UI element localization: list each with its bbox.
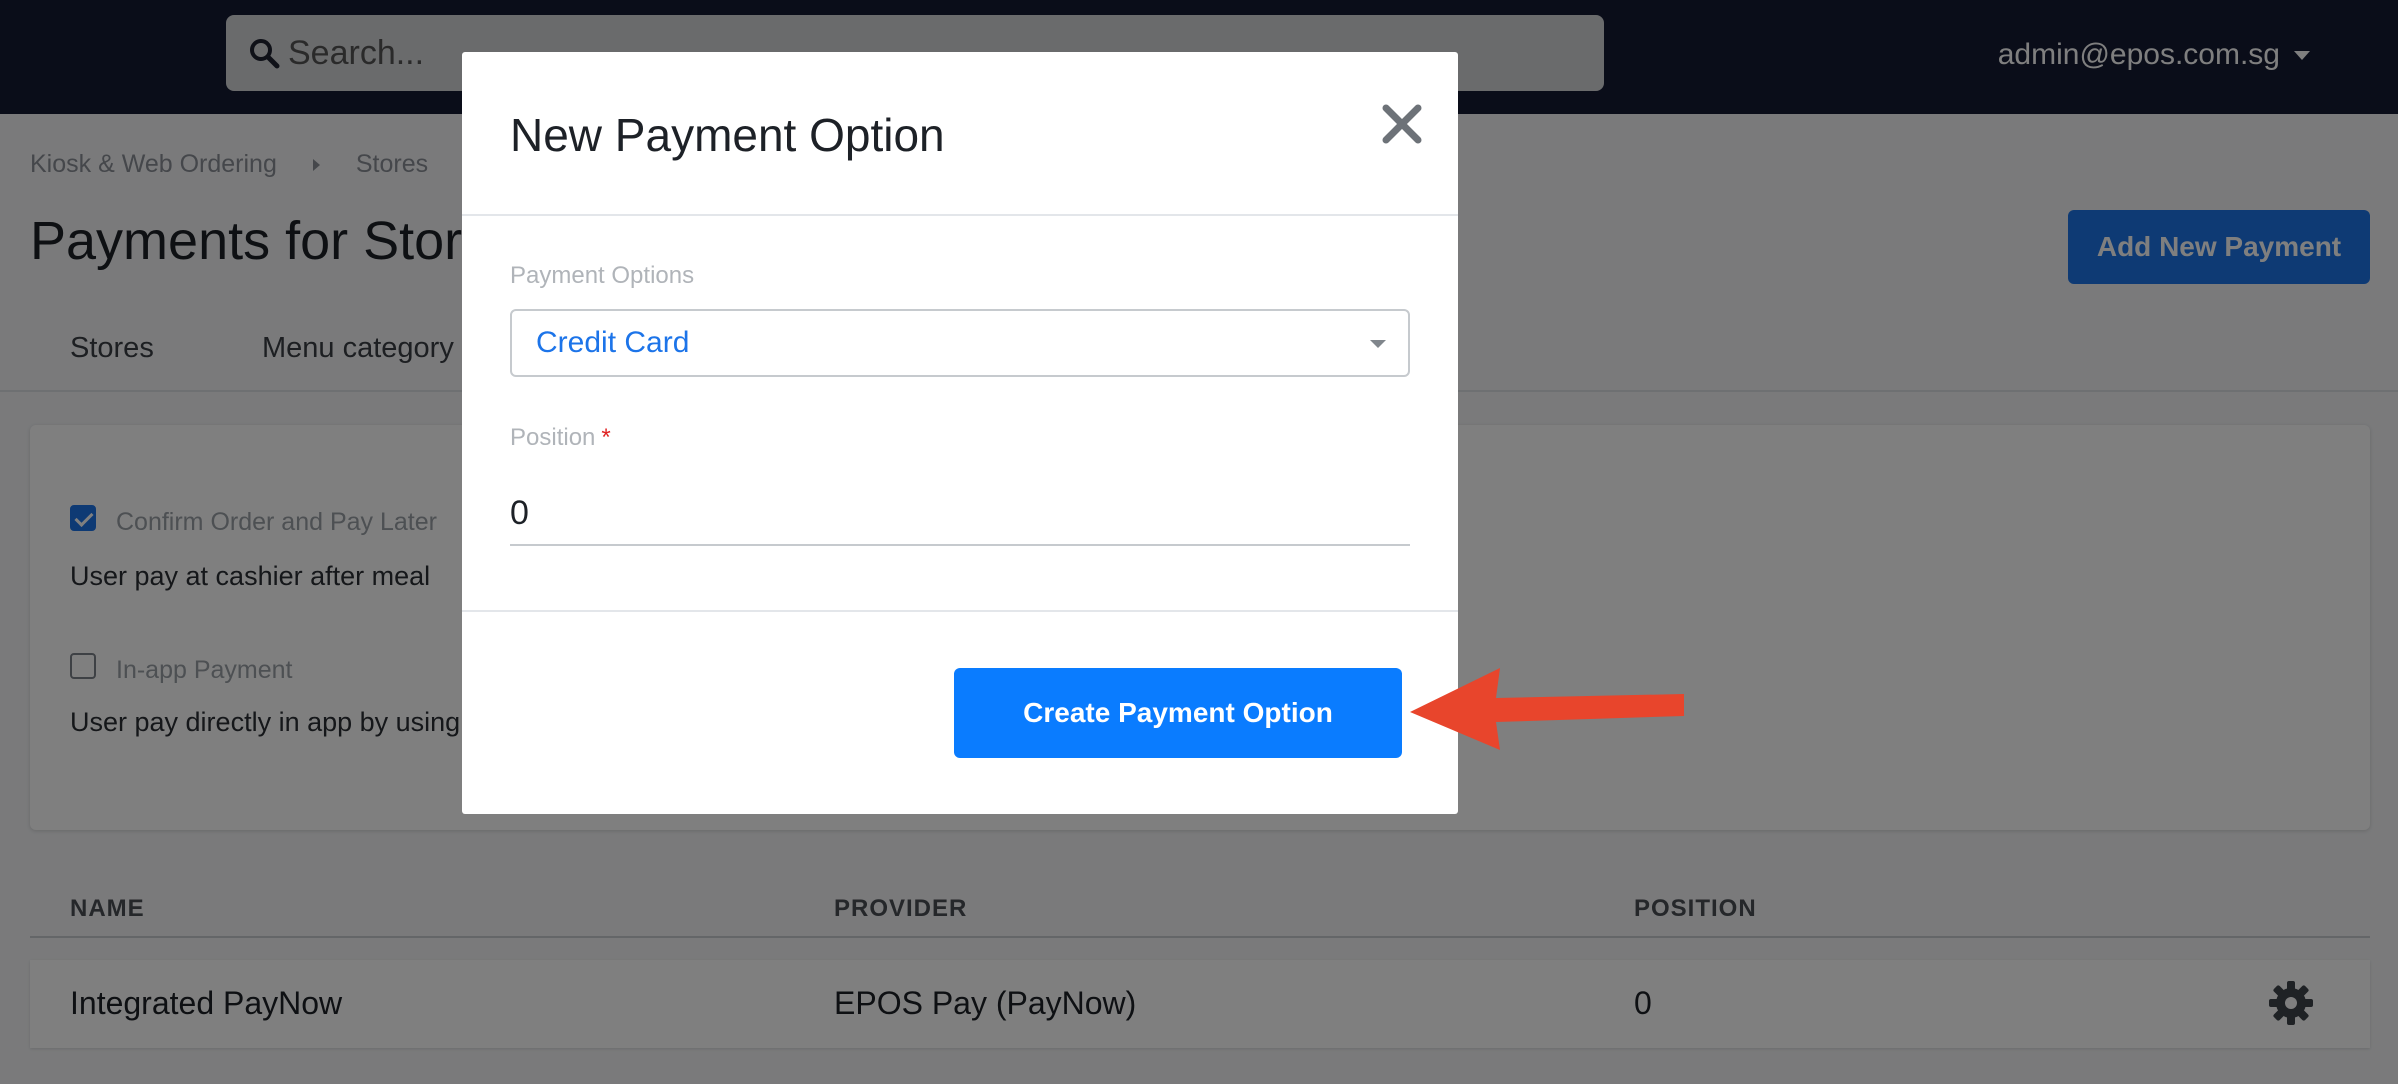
new-payment-option-modal: New Payment Option Payment Options Credi… <box>462 52 1458 814</box>
position-label-text: Position <box>510 424 596 451</box>
close-icon[interactable] <box>1380 102 1424 146</box>
create-payment-option-button[interactable]: Create Payment Option <box>954 668 1402 758</box>
position-input[interactable]: 0 <box>510 482 1410 546</box>
payment-options-value: Credit Card <box>536 326 690 359</box>
chevron-down-icon <box>1370 340 1386 348</box>
payment-options-select[interactable]: Credit Card <box>510 309 1410 377</box>
modal-title: New Payment Option <box>510 109 945 161</box>
position-label: Position * <box>510 424 611 452</box>
annotation-arrow-icon <box>1410 668 1684 750</box>
required-marker: * <box>601 424 611 451</box>
payment-options-label: Payment Options <box>510 262 695 289</box>
modal-footer-divider <box>462 610 1458 612</box>
modal-header-divider <box>462 214 1458 216</box>
